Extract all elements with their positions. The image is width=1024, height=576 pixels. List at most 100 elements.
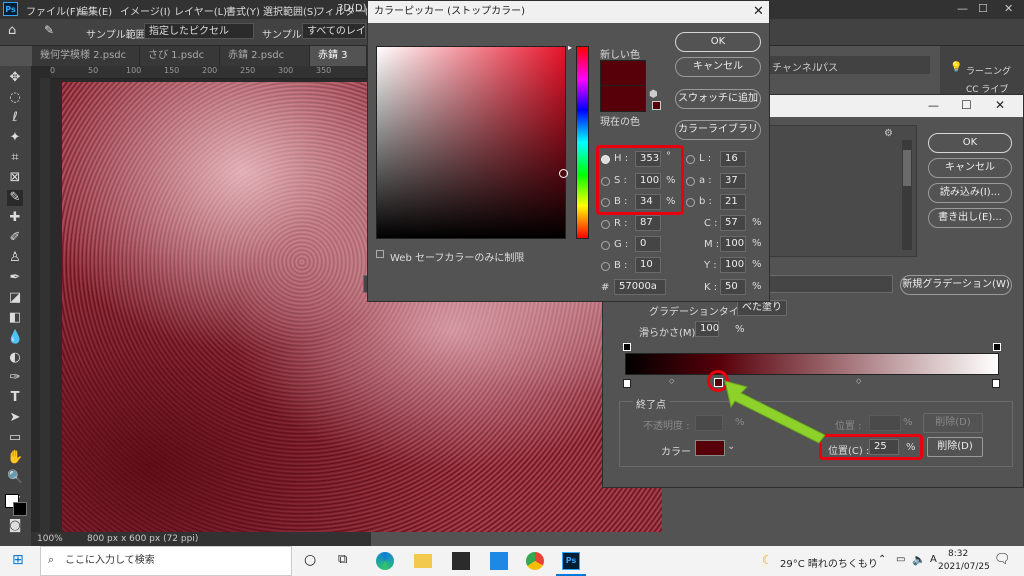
background-color-swatch[interactable] xyxy=(13,502,27,516)
hand-tool-icon[interactable]: ✋ xyxy=(7,450,23,466)
tray-chevron-icon[interactable]: ⌃ xyxy=(878,554,886,565)
delete-color-stop-button[interactable]: 削除(D) xyxy=(927,437,983,457)
clock-date[interactable]: 2021/07/25 xyxy=(938,562,990,572)
tab-channels[interactable]: チャンネル xyxy=(772,59,822,74)
network-icon[interactable]: ▭ xyxy=(896,554,905,565)
photoshop-taskbar-icon[interactable]: Ps xyxy=(562,552,580,570)
rectangle-tool-icon[interactable]: ▭ xyxy=(7,430,23,446)
file-explorer-icon[interactable] xyxy=(414,554,432,568)
position-field[interactable]: 25 xyxy=(869,439,899,455)
radio-g[interactable] xyxy=(601,241,610,250)
new-gradient-button[interactable]: 新規グラデーション(W) xyxy=(900,275,1012,295)
mail-icon[interactable] xyxy=(490,552,508,570)
dodge-tool-icon[interactable]: ◐ xyxy=(7,350,23,366)
quick-select-tool-icon[interactable]: ✦ xyxy=(7,130,23,146)
close-icon[interactable]: ✕ xyxy=(995,98,1005,112)
stamp-tool-icon[interactable]: ♙ xyxy=(7,250,23,266)
color-stop-left[interactable] xyxy=(623,379,631,388)
sample-size-select[interactable]: 指定したピクセル xyxy=(144,23,254,39)
radio-lab-b[interactable] xyxy=(686,198,695,207)
k-field[interactable]: 50 xyxy=(720,279,746,295)
notification-icon[interactable]: 🗨 xyxy=(994,552,1011,567)
current-color-swatch[interactable] xyxy=(600,85,646,112)
learn-label[interactable]: ラーニング xyxy=(966,64,1011,77)
crop-tool-icon[interactable]: ⌗ xyxy=(7,150,23,166)
l-field[interactable]: 16 xyxy=(720,151,746,167)
sample-select[interactable]: すべてのレイヤー xyxy=(302,23,366,39)
cortana-icon[interactable]: ○ xyxy=(304,552,316,568)
tab-doc-1[interactable]: 幾何学模様 2.psdc xyxy=(32,46,140,66)
lasso-tool-icon[interactable]: ℓ xyxy=(7,110,23,126)
home-icon[interactable]: ⌂ xyxy=(8,23,16,38)
quick-mask-icon[interactable]: ◙ xyxy=(7,518,23,534)
midpoint-marker[interactable]: ◇ xyxy=(856,377,861,385)
hex-field[interactable]: 57000a xyxy=(614,279,666,295)
eyedropper-icon[interactable]: ✎ xyxy=(44,23,54,37)
task-view-icon[interactable]: ⧉ xyxy=(338,552,347,567)
m-field[interactable]: 100 xyxy=(720,236,746,252)
tab-paths[interactable]: パス xyxy=(818,59,838,74)
menu-3d[interactable]: 3D(D) xyxy=(337,3,367,14)
color-cursor[interactable] xyxy=(559,169,568,178)
web-safe-checkbox[interactable] xyxy=(376,250,384,258)
cancel-button[interactable]: キャンセル xyxy=(928,158,1012,178)
menu-type[interactable]: 書式(Y) xyxy=(226,3,260,18)
blur-tool-icon[interactable]: 💧 xyxy=(7,330,23,346)
color-stop-right[interactable] xyxy=(992,379,1000,388)
opacity-stop-right[interactable] xyxy=(993,343,1003,352)
ime-icon[interactable]: A xyxy=(930,554,937,565)
menu-image[interactable]: イメージ(I) xyxy=(120,3,171,18)
clock-time[interactable]: 8:32 xyxy=(948,549,968,559)
menu-edit[interactable]: 編集(E) xyxy=(78,3,112,18)
zoom-level[interactable]: 100% xyxy=(37,532,63,546)
type-tool-icon[interactable]: T xyxy=(7,390,23,406)
r-field[interactable]: 87 xyxy=(635,215,661,231)
a-field[interactable]: 37 xyxy=(720,173,746,189)
history-brush-icon[interactable]: ✒ xyxy=(7,270,23,286)
maximize-icon[interactable]: ☐ xyxy=(961,98,972,112)
blue-field[interactable]: 10 xyxy=(635,257,661,273)
gradient-type-select[interactable]: べた塗り xyxy=(737,300,787,316)
ok-button[interactable]: OK xyxy=(928,133,1012,153)
opacity-stop-left[interactable] xyxy=(623,343,633,352)
volume-icon[interactable]: 🔈 xyxy=(912,553,926,566)
menu-layer[interactable]: レイヤー(L) xyxy=(174,3,227,18)
frame-tool-icon[interactable]: ⊠ xyxy=(7,170,23,186)
pen-tool-icon[interactable]: ✑ xyxy=(7,370,23,386)
tab-doc-4[interactable]: 赤錆 3 xyxy=(310,46,367,66)
move-tool-icon[interactable]: ✥ xyxy=(7,70,23,86)
c-field[interactable]: 57 xyxy=(720,215,746,231)
gamut-swatch[interactable] xyxy=(652,101,661,110)
cube-icon[interactable]: ⬢ xyxy=(649,89,658,100)
eraser-tool-icon[interactable]: ◪ xyxy=(7,290,23,306)
tab-doc-2[interactable]: さび 1.psdc xyxy=(140,46,220,66)
tab-doc-3[interactable]: 赤錆 2.psdc xyxy=(220,46,310,66)
radio-l[interactable] xyxy=(686,155,695,164)
y-field[interactable]: 100 xyxy=(720,257,746,273)
scrollbar-thumb[interactable] xyxy=(903,150,911,186)
close-icon[interactable]: ✕ xyxy=(1004,2,1013,15)
chrome-icon[interactable] xyxy=(526,552,544,570)
cancel-button[interactable]: キャンセル xyxy=(675,57,761,77)
hue-slider[interactable] xyxy=(576,46,589,239)
lab-b-field[interactable]: 21 xyxy=(720,194,746,210)
saturation-brightness-field[interactable] xyxy=(376,46,568,239)
ok-button[interactable]: OK xyxy=(675,32,761,52)
color-libraries-button[interactable]: カラーライブラリ xyxy=(675,120,761,140)
edge-icon[interactable] xyxy=(376,552,394,570)
marquee-tool-icon[interactable]: ◌ xyxy=(7,90,23,106)
load-button[interactable]: 読み込み(I)... xyxy=(928,183,1012,203)
save-button[interactable]: 書き出し(E)... xyxy=(928,208,1012,228)
menu-file[interactable]: ファイル(F) xyxy=(26,3,80,18)
minimize-icon[interactable]: — xyxy=(957,2,968,15)
radio-a[interactable] xyxy=(686,177,695,186)
g-field[interactable]: 0 xyxy=(635,236,661,252)
smoothness-field[interactable]: 100 xyxy=(695,321,719,337)
healing-tool-icon[interactable]: ✚ xyxy=(7,210,23,226)
gradient-preview-bar[interactable] xyxy=(625,353,999,375)
weather-icon[interactable]: ☾ xyxy=(762,553,773,567)
brush-tool-icon[interactable]: ✐ xyxy=(7,230,23,246)
add-to-swatches-button[interactable]: スウォッチに追加 xyxy=(675,89,761,109)
zoom-tool-icon[interactable]: 🔍 xyxy=(7,470,23,486)
hue-slider-handle-icon[interactable]: ▸ xyxy=(568,43,572,52)
